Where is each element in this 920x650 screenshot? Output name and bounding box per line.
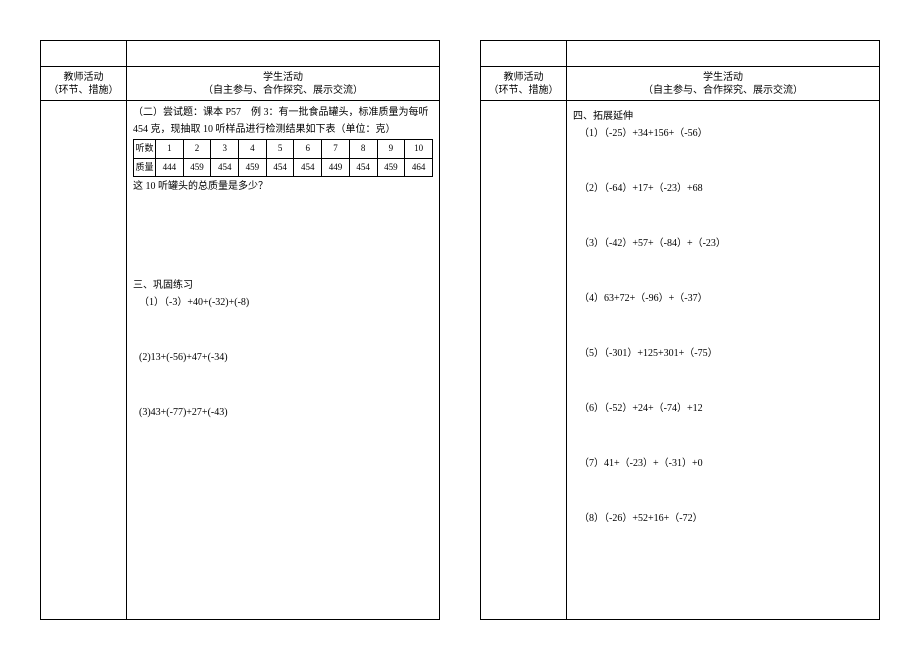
teacher-content — [481, 101, 567, 619]
row-head-1: 听数 — [134, 140, 156, 159]
ext-problem-4: （4）63+72+（-96）+（-37） — [573, 291, 873, 306]
ext-problem-7: （7）41+（-23）+（-31）+0 — [573, 456, 873, 471]
cell: 6 — [294, 140, 322, 159]
empty-cell-right — [567, 41, 879, 66]
cell: 454 — [266, 158, 294, 177]
student-header: 学生活动 （自主参与、合作探究、展示交流） — [127, 67, 439, 100]
body-row: （二）尝试题：课本 P57 例 3：有一批食品罐头，标准质量为每听 454 克，… — [41, 101, 439, 619]
row-head-2: 质量 — [134, 158, 156, 177]
left-page: 教师活动 （环节、措施） 学生活动 （自主参与、合作探究、展示交流） （二）尝试… — [40, 40, 440, 620]
cell: 2 — [183, 140, 211, 159]
cell: 449 — [322, 158, 350, 177]
cell: 7 — [322, 140, 350, 159]
cell: 8 — [349, 140, 377, 159]
teacher-header: 教师活动 （环节、措施） — [41, 67, 127, 100]
header-row: 教师活动 （环节、措施） 学生活动 （自主参与、合作探究、展示交流） — [41, 67, 439, 101]
cell: 454 — [211, 158, 239, 177]
student-content: 四、拓展延伸 （1）（-25）+34+156+（-56） （2）（-64）+17… — [567, 101, 879, 619]
ext-problem-5: （5）（-301）+125+301+（-75） — [573, 346, 873, 361]
ext-problem-6: （6）（-52）+24+（-74）+12 — [573, 401, 873, 416]
cell: 3 — [211, 140, 239, 159]
problem-2: (2)13+(-56)+47+(-34) — [133, 350, 433, 365]
cell: 9 — [377, 140, 405, 159]
cell: 444 — [156, 158, 184, 177]
teacher-header: 教师活动 （环节、措施） — [481, 67, 567, 100]
empty-cell-right — [127, 41, 439, 66]
right-page: 教师活动 （环节、措施） 学生活动 （自主参与、合作探究、展示交流） 四、拓展延… — [480, 40, 880, 620]
ext-problem-1: （1）（-25）+34+156+（-56） — [573, 126, 873, 141]
teacher-header-l2: （环节、措施） — [49, 84, 119, 97]
cell: 10 — [405, 140, 433, 159]
teacher-content — [41, 101, 127, 619]
cell: 454 — [349, 158, 377, 177]
table-row: 听数 1 2 3 4 5 6 7 8 9 10 — [134, 140, 433, 159]
cell: 459 — [377, 158, 405, 177]
section4-title: 四、拓展延伸 — [573, 109, 873, 124]
table-row: 质量 444 459 454 459 454 454 449 454 459 4… — [134, 158, 433, 177]
teacher-header-l1: 教师活动 — [64, 71, 104, 84]
student-header-l1: 学生活动 — [263, 71, 303, 84]
cell: 4 — [239, 140, 267, 159]
empty-cell-left — [481, 41, 567, 66]
empty-top-row — [41, 41, 439, 67]
section3-title: 三、巩固练习 — [133, 278, 433, 293]
teacher-header-l2: （环节、措施） — [489, 84, 559, 97]
student-content: （二）尝试题：课本 P57 例 3：有一批食品罐头，标准质量为每听 454 克，… — [127, 101, 439, 619]
data-table: 听数 1 2 3 4 5 6 7 8 9 10 质量 444 459 454 — [133, 139, 433, 177]
ext-problem-3: （3）（-42）+57+（-84）+（-23） — [573, 236, 873, 251]
cell: 459 — [239, 158, 267, 177]
intro-line2: 454 克，现抽取 10 听样品进行检测结果如下表（单位：克） — [133, 122, 433, 137]
student-header-l2: （自主参与、合作探究、展示交流） — [643, 84, 803, 97]
body-row: 四、拓展延伸 （1）（-25）+34+156+（-56） （2）（-64）+17… — [481, 101, 879, 619]
header-row: 教师活动 （环节、措施） 学生活动 （自主参与、合作探究、展示交流） — [481, 67, 879, 101]
ext-problem-2: （2）（-64）+17+（-23）+68 — [573, 181, 873, 196]
cell: 5 — [266, 140, 294, 159]
empty-cell-left — [41, 41, 127, 66]
student-header: 学生活动 （自主参与、合作探究、展示交流） — [567, 67, 879, 100]
intro-line1: （二）尝试题：课本 P57 例 3：有一批食品罐头，标准质量为每听 — [133, 105, 433, 120]
problem-1: （1）（-3）+40+(-32)+(-8) — [133, 295, 433, 310]
cell: 464 — [405, 158, 433, 177]
teacher-header-l1: 教师活动 — [504, 71, 544, 84]
ext-problem-8: （8）（-26）+52+16+（-72） — [573, 511, 873, 526]
cell: 1 — [156, 140, 184, 159]
problem-3: (3)43+(-77)+27+(-43) — [133, 405, 433, 420]
student-header-l1: 学生活动 — [703, 71, 743, 84]
question-text: 这 10 听罐头的总质量是多少？ — [133, 179, 433, 194]
student-header-l2: （自主参与、合作探究、展示交流） — [203, 84, 363, 97]
empty-top-row — [481, 41, 879, 67]
cell: 459 — [183, 158, 211, 177]
cell: 454 — [294, 158, 322, 177]
